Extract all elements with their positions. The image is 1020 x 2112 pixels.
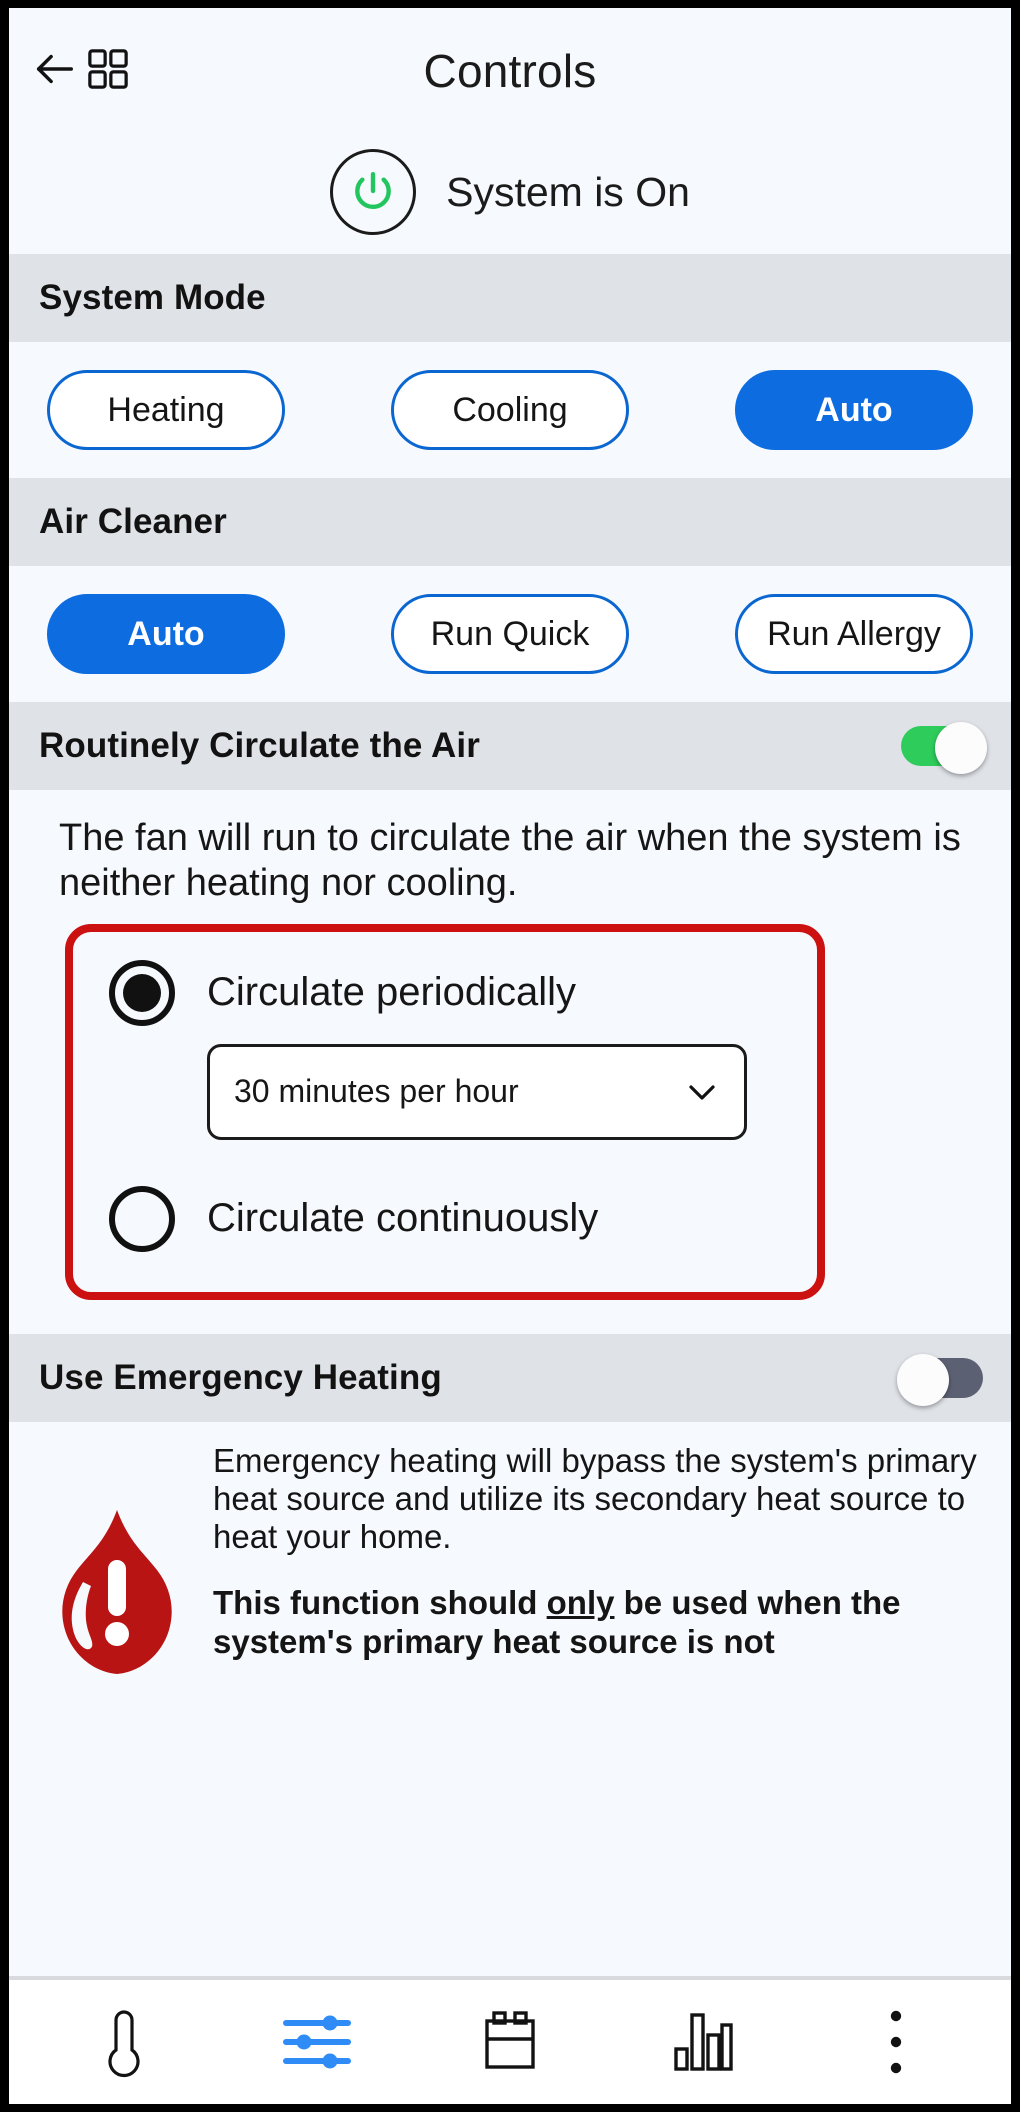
section-header-air-cleaner: Air Cleaner [9,478,1011,566]
system-power-row: System is On [9,130,1011,254]
emergency-text-block: Emergency heating will bypass the system… [213,1442,981,1661]
radio-label-continuously: Circulate continuously [207,1196,598,1241]
air-cleaner-option-run-quick[interactable]: Run Quick [391,594,629,674]
circulate-title: Routinely Circulate the Air [39,726,480,766]
emergency-warning-prefix: This function should [213,1584,547,1621]
section-header-system-mode: System Mode [9,254,1011,342]
thermometer-icon [95,2004,153,2080]
app-screen: Controls System is On System Mode Heatin… [9,8,1011,2104]
nav-item-more[interactable] [836,1992,956,2092]
air-cleaner-option-run-allergy[interactable]: Run Allergy [735,594,973,674]
bottom-navigation [9,1976,1011,2104]
air-cleaner-options: Auto Run Quick Run Allergy [9,566,1011,702]
system-mode-options: Heating Cooling Auto [9,342,1011,478]
radio-label-periodically: Circulate periodically [207,970,576,1015]
power-button[interactable] [330,149,416,235]
circulate-options-highlight: Circulate periodically 30 minutes per ho… [65,924,825,1300]
nav-item-reports[interactable] [643,1992,763,2092]
radio-circulate-periodically[interactable] [109,960,175,1026]
section-header-emergency: Use Emergency Heating [9,1334,1011,1422]
circulate-toggle[interactable] [901,722,983,770]
circulate-interval-select[interactable]: 30 minutes per hour [207,1044,747,1140]
system-status-label: System is On [446,169,690,216]
bar-chart-icon [670,2007,736,2077]
circulate-body: The fan will run to circulate the air wh… [9,790,1011,1300]
circulate-interval-value: 30 minutes per hour [234,1073,519,1110]
emergency-body: Emergency heating will bypass the system… [9,1422,1011,1976]
section-header-circulate: Routinely Circulate the Air [9,702,1011,790]
emergency-warning: This function should only be used when t… [213,1584,981,1661]
circulate-option-periodically-row[interactable]: Circulate periodically [73,960,817,1026]
system-mode-option-heating[interactable]: Heating [47,370,285,450]
calendar-icon [477,2007,543,2077]
power-icon [350,169,396,215]
radio-dot [123,974,161,1012]
nav-item-schedule[interactable] [450,1992,570,2092]
nav-item-controls[interactable] [257,1992,377,2092]
emergency-warning-emphasis: only [547,1584,615,1621]
overflow-menu-icon [883,2005,909,2079]
app-header: Controls [9,8,1011,130]
circulate-description: The fan will run to circulate the air wh… [59,816,977,906]
page-title: Controls [9,44,1011,98]
air-cleaner-title: Air Cleaner [39,502,227,542]
emergency-toggle-knob [897,1354,949,1406]
nav-item-temperature[interactable] [64,1992,184,2092]
system-mode-title: System Mode [39,278,266,318]
air-cleaner-option-auto[interactable]: Auto [47,594,285,674]
flame-warning-icon [47,1442,187,1683]
circulate-toggle-knob [935,722,987,774]
system-mode-option-auto[interactable]: Auto [735,370,973,450]
sliders-icon [280,2011,354,2073]
circulate-option-continuously-row[interactable]: Circulate continuously [73,1186,817,1252]
emergency-paragraph: Emergency heating will bypass the system… [213,1442,981,1557]
emergency-toggle[interactable] [901,1354,983,1402]
chevron-down-icon[interactable] [682,1072,722,1112]
radio-circulate-continuously[interactable] [109,1186,175,1252]
emergency-title: Use Emergency Heating [39,1358,442,1398]
system-mode-option-cooling[interactable]: Cooling [391,370,629,450]
